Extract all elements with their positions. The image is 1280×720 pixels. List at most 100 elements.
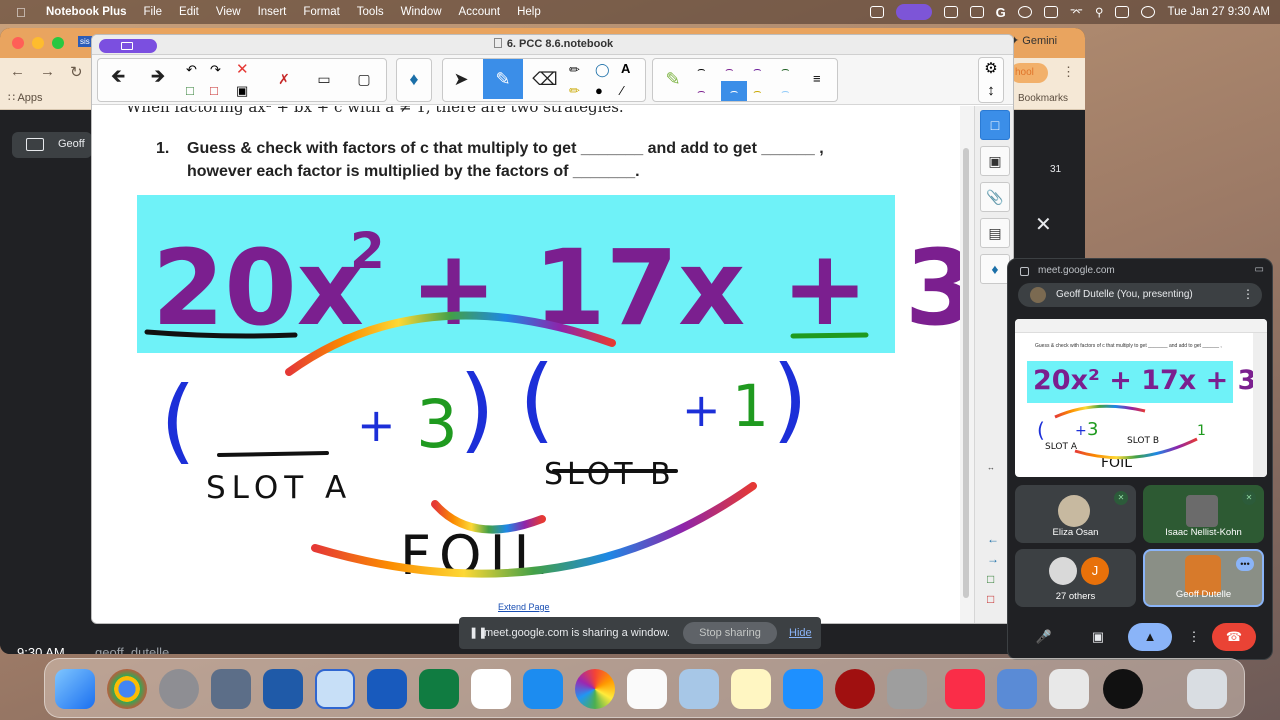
gemini-button[interactable]: ✦ Gemini — [1010, 34, 1057, 47]
attachments-icon[interactable]: 📎 — [980, 182, 1010, 212]
participant-tile-eliza[interactable]: ✕ Eliza Osan — [1015, 485, 1136, 543]
launchpad-icon[interactable] — [1049, 669, 1089, 709]
app-store-icon[interactable] — [783, 669, 823, 709]
pen-style-black-icon[interactable]: ⌢ — [697, 61, 706, 77]
scrollbar-thumb[interactable] — [963, 148, 969, 598]
highlighter-icon[interactable]: ✏ — [569, 83, 580, 99]
properties-icon[interactable]: ▤ — [980, 218, 1010, 248]
shapes-icon[interactable]: ◯ — [595, 62, 610, 78]
panel-delete-page-icon[interactable]: □ — [987, 592, 994, 606]
select-tool-icon[interactable]: ➤ — [445, 59, 477, 99]
page-sorter-icon[interactable]: □ — [980, 110, 1010, 140]
hide-share-bar-link[interactable]: Hide — [789, 627, 812, 639]
minimize-window-icon[interactable] — [32, 37, 44, 49]
pen-style-light-icon[interactable]: ⌢ — [781, 83, 790, 99]
menubar-clock[interactable]: Tue Jan 27 9:30 AM — [1167, 6, 1270, 18]
close-panel-icon[interactable]: ✕ — [1035, 212, 1052, 237]
notebook-dock-icon[interactable] — [263, 669, 303, 709]
finder-icon[interactable] — [55, 669, 95, 709]
screen-shade-icon[interactable]: ▣ — [236, 83, 248, 99]
pen-properties-icon[interactable]: ≡ — [813, 71, 821, 86]
files-icon[interactable] — [997, 669, 1037, 709]
text-tool-icon[interactable]: A — [621, 61, 630, 76]
battery-icon[interactable] — [1043, 6, 1058, 18]
participant-tile-geoff[interactable]: ••• Geoff Dutelle — [1143, 549, 1264, 607]
hang-up-button[interactable]: ☎ — [1212, 623, 1256, 651]
siri-icon[interactable] — [1141, 6, 1156, 18]
more-options-icon[interactable]: ••• — [1236, 557, 1254, 571]
panel-prev-icon[interactable]: ← — [987, 532, 999, 546]
notes-icon[interactable] — [731, 669, 771, 709]
more-actions-icon[interactable]: ⋮ — [1180, 623, 1208, 651]
panel-next-icon[interactable]: → — [987, 552, 999, 566]
menu-format[interactable]: Format — [303, 6, 339, 18]
control-center-icon[interactable] — [1115, 6, 1130, 18]
safari-icon[interactable] — [523, 669, 563, 709]
menu-view[interactable]: View — [216, 6, 241, 18]
screenshot-icon[interactable] — [969, 6, 984, 18]
participant-tile-others[interactable]: J 27 others — [1015, 549, 1136, 607]
screen-share-indicator-icon[interactable] — [895, 4, 932, 20]
pen-style-rainbow-icon[interactable]: ⌢ — [721, 81, 747, 101]
camera-status-icon[interactable] — [869, 6, 884, 18]
pen-icon[interactable]: ✏ — [569, 62, 580, 78]
chrome-icon[interactable] — [107, 669, 147, 709]
microphone-icon[interactable]: 🎤 — [1030, 623, 1058, 651]
fill-icon[interactable]: ● — [595, 83, 603, 98]
presenting-chip[interactable]: Geoff — [12, 132, 92, 158]
notebook-plus-icon[interactable] — [315, 669, 355, 709]
paintbrush-icon[interactable] — [679, 669, 719, 709]
menu-tools[interactable]: Tools — [357, 6, 384, 18]
present-screen-button[interactable]: ▲ — [1128, 623, 1172, 651]
forward-icon[interactable]: → — [40, 63, 55, 80]
pen-color-icon[interactable]: ✎ — [657, 59, 689, 99]
photos-icon[interactable] — [575, 669, 615, 709]
camera-icon[interactable]: ▣ — [1084, 623, 1112, 651]
trash-icon[interactable] — [1187, 669, 1227, 709]
extend-page-link[interactable]: Extend Page — [498, 602, 550, 612]
delete-icon[interactable]: ✕ — [236, 60, 249, 78]
app-status-icon[interactable] — [943, 6, 958, 18]
participant-count[interactable]: 31 — [1050, 164, 1061, 175]
settings-button[interactable]: ⚙ ↕ — [978, 57, 1004, 103]
pen-tool-icon[interactable]: ✎ — [483, 59, 523, 99]
redo-icon[interactable]: ↷ — [210, 62, 221, 78]
stop-sharing-button[interactable]: Stop sharing — [683, 622, 777, 644]
clear-ink-icon[interactable]: ✗ — [268, 59, 300, 99]
page-scrollbar[interactable] — [960, 106, 974, 623]
system-settings-icon[interactable] — [159, 669, 199, 709]
presenter-more-icon[interactable]: ⋮ — [1242, 287, 1254, 301]
apps-bookmark[interactable]: ∷ Apps — [8, 91, 43, 104]
pen-style-dotted-icon[interactable]: ⌢ — [753, 61, 762, 77]
panel-add-page-icon[interactable]: □ — [987, 572, 994, 586]
all-bookmarks-link[interactable]: Bookmarks — [1018, 93, 1068, 104]
reminders-icon[interactable] — [627, 669, 667, 709]
calculator-icon[interactable] — [211, 669, 251, 709]
close-window-icon[interactable] — [12, 37, 24, 49]
eraser-tool-icon[interactable]: ⌫ — [529, 59, 561, 99]
panel-collapse-icon[interactable]: ↔ — [987, 463, 995, 472]
screenshot-app-icon[interactable] — [1103, 669, 1143, 709]
wifi-icon[interactable]: ⌤ — [1070, 5, 1083, 19]
add-page-icon[interactable]: □ — [186, 83, 194, 98]
google-drive-icon[interactable] — [471, 669, 511, 709]
excel-icon[interactable] — [419, 669, 459, 709]
word-icon[interactable] — [367, 669, 407, 709]
pen-style-yellow-icon[interactable]: ⌢ — [753, 83, 762, 99]
addons-puzzle-icon[interactable]: ♦ — [398, 59, 430, 99]
school-chip[interactable]: hool — [1010, 63, 1048, 83]
zoom-window-icon[interactable] — [52, 37, 64, 49]
pen-style-violet-icon[interactable]: ⌢ — [697, 83, 706, 99]
display-icon[interactable]: ▭ — [308, 59, 340, 99]
menu-file[interactable]: File — [144, 6, 163, 18]
notebook-page[interactable]: When factoring ax² + bx + c with a ≠ 1, … — [92, 106, 960, 623]
menu-insert[interactable]: Insert — [258, 6, 287, 18]
grammarly-icon[interactable]: G — [996, 5, 1006, 20]
delete-page-icon[interactable]: □ — [210, 83, 218, 98]
chrome-menu-icon[interactable]: ⋮ — [1062, 64, 1075, 80]
spotlight-search-icon[interactable]: ⚲ — [1095, 5, 1103, 19]
undo-icon[interactable]: ↶ — [186, 62, 197, 78]
menu-window[interactable]: Window — [401, 6, 442, 18]
menu-help[interactable]: Help — [517, 6, 541, 18]
menu-edit[interactable]: Edit — [179, 6, 199, 18]
